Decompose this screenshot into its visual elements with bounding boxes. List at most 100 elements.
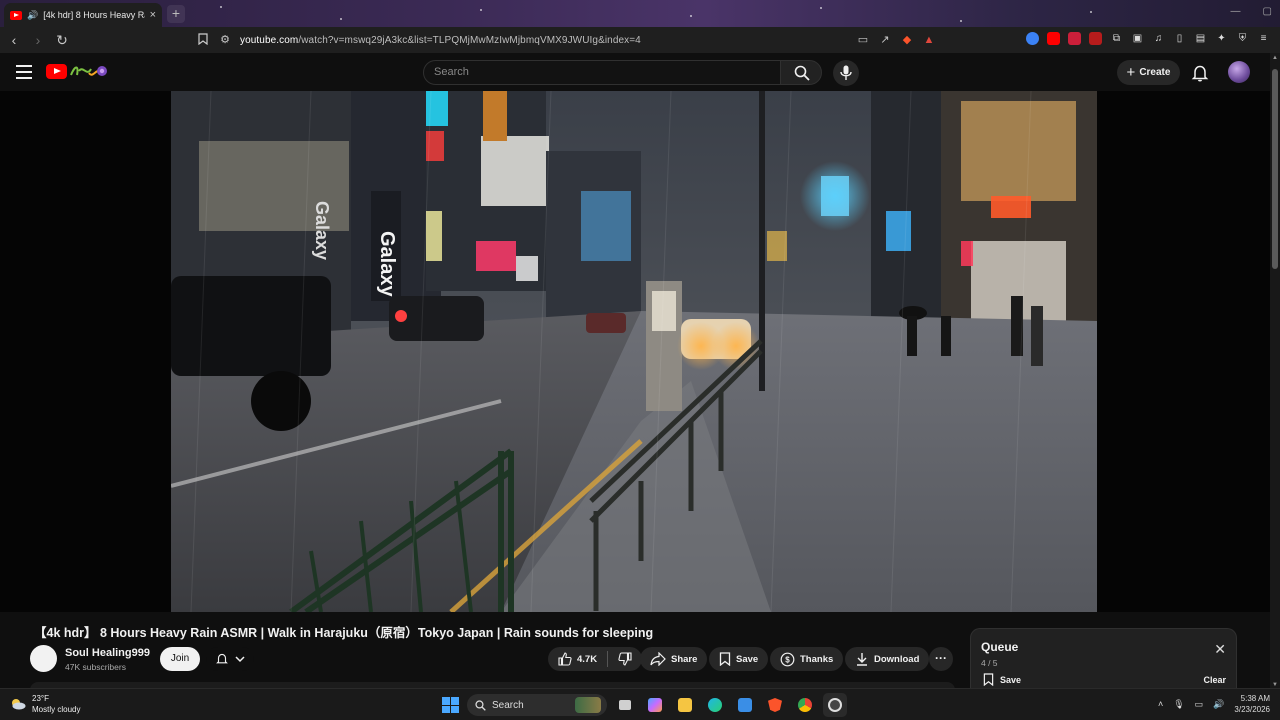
queue-save-button[interactable]: Save [983,673,1021,686]
save-button[interactable]: Save [709,647,769,671]
puzzle-icon[interactable]: ⧉ [1110,32,1123,45]
temperature: 23°F [32,694,49,703]
galaxy-sign: Galaxy [312,201,332,260]
address-bar[interactable]: ⚙ youtube.com/watch?v=mswq29jA3kc&list=T… [196,30,936,50]
youtube-ext-icon[interactable] [1047,32,1060,45]
create-button[interactable]: + Create [1117,60,1180,85]
video-frame[interactable]: Galaxy Galaxy [171,91,1097,612]
brave-icon[interactable] [763,693,787,717]
avatar[interactable] [1228,61,1250,83]
forward-icon[interactable]: › [28,30,48,50]
menu-dots-icon[interactable]: ≡ [1257,32,1270,45]
back-icon[interactable]: ‹ [4,30,24,50]
background-star [820,7,822,9]
minimize-icon[interactable]: — [1231,6,1241,17]
channel-avatar[interactable] [30,645,57,672]
browser-tab-strip: 🔊 [4k hdr] 8 Hours Heavy Rain × + — ▢ [0,0,1280,27]
voice-search-button[interactable] [833,60,859,86]
queue-save-label: Save [1000,674,1022,685]
queue-clear-button[interactable]: Clear [1203,675,1226,685]
page-scrollbar[interactable]: ▲ ▼ [1270,53,1280,688]
reload-icon[interactable]: ↻ [52,30,72,50]
video-player[interactable]: Galaxy Galaxy [0,91,1270,612]
display-icon[interactable]: ▭ [1195,699,1204,710]
like-icon [558,652,572,666]
share-page-icon[interactable]: ↗ [878,33,892,47]
maximize-icon[interactable]: ▢ [1263,6,1272,17]
bookmark-icon[interactable] [196,33,210,47]
extension-icon[interactable] [1089,32,1102,45]
dislike-icon[interactable] [618,652,632,666]
chevron-up-icon[interactable]: ˄ [1158,699,1163,709]
search-button[interactable] [780,60,822,85]
more-actions-button[interactable]: ··· [929,647,953,671]
like-dislike-group: 4.7K [548,647,643,671]
volume-icon[interactable]: 🔊 [1213,699,1224,710]
screenshot-icon[interactable]: ▣ [1131,32,1144,45]
search-highlight-image [575,697,601,713]
extension-icon[interactable] [1026,32,1039,45]
wallet-icon[interactable]: ▤ [1194,32,1207,45]
brave-shield-icon[interactable]: ◆ [900,33,914,47]
url-path: /watch?v=mswq29jA3kc&list=TLPQMjMwMzIwMj… [298,34,641,46]
join-button[interactable]: Join [160,647,200,671]
like-button[interactable]: 4.7K [558,652,597,666]
queue-panel: Queue 4 / 5 ✕ Save Clear [970,628,1237,690]
vpn-icon[interactable]: ⛨ [1236,32,1249,45]
close-icon[interactable]: ✕ [1214,642,1226,656]
speaker-icon[interactable]: 🔊 [27,10,38,21]
download-icon [857,653,867,666]
bell-icon[interactable] [1190,63,1210,83]
taskbar-search[interactable]: Search [467,694,607,716]
weather-widget[interactable]: 23°F Mostly cloudy [10,693,80,715]
sidebar-icon[interactable]: ▯ [1173,32,1186,45]
background-star [220,6,222,8]
cast-icon[interactable]: ▭ [856,33,870,47]
store-icon[interactable] [733,693,757,717]
share-icon [650,652,666,666]
scroll-up-icon[interactable]: ▲ [1271,55,1279,61]
brave-rewards-icon[interactable]: ▲ [922,33,936,47]
save-icon [983,673,994,686]
url-domain: youtube.com [240,34,299,46]
bell-icon [216,653,228,664]
task-view-icon[interactable] [613,693,637,717]
download-button[interactable]: Download [845,647,930,671]
mic-tray-icon[interactable]: 🎙 [1173,699,1184,710]
channel-name[interactable]: Soul Healing999 [65,647,150,659]
search-input[interactable]: Search [423,60,781,85]
background-star [1090,11,1092,13]
share-button[interactable]: Share [640,647,708,671]
background-star [690,15,692,17]
thanks-button[interactable]: $ Thanks [770,647,844,671]
like-count: 4.7K [577,653,598,665]
new-tab-button[interactable]: + [167,5,185,23]
search-icon [794,65,810,81]
galaxy-sign: Galaxy [376,231,398,297]
site-info-icon[interactable]: ⚙ [218,33,232,47]
address-bar-actions: ▭ ↗ ◆ ▲ [856,33,936,47]
obs-icon[interactable] [823,693,847,717]
file-explorer-icon[interactable] [673,693,697,717]
chrome-icon[interactable] [793,693,817,717]
youtube-header: Search + Create [0,53,1270,91]
copilot-icon[interactable] [643,693,667,717]
url-text[interactable]: youtube.com/watch?v=mswq29jA3kc&list=TLP… [240,35,641,46]
scrollbar-thumb[interactable] [1272,69,1278,269]
leo-icon[interactable]: ✦ [1215,32,1228,45]
menu-icon[interactable] [16,65,32,79]
queue-count: 4 / 5 [981,658,998,668]
extension-icon[interactable] [1068,32,1081,45]
edge-icon[interactable] [703,693,727,717]
thanks-icon: $ [780,652,795,666]
share-label: Share [671,653,698,665]
browser-tab-active[interactable]: 🔊 [4k hdr] 8 Hours Heavy Rain × [4,3,162,27]
youtube-doodle-logo[interactable] [69,61,109,81]
music-icon[interactable]: ♫ [1152,32,1165,45]
windows-icon[interactable] [439,694,461,716]
clock[interactable]: 5:38 AM 3/23/2026 [1234,693,1270,715]
youtube-logo[interactable] [46,64,67,79]
notification-toggle[interactable] [206,647,254,671]
background-star [480,9,482,11]
tab-close-icon[interactable]: × [150,9,156,21]
